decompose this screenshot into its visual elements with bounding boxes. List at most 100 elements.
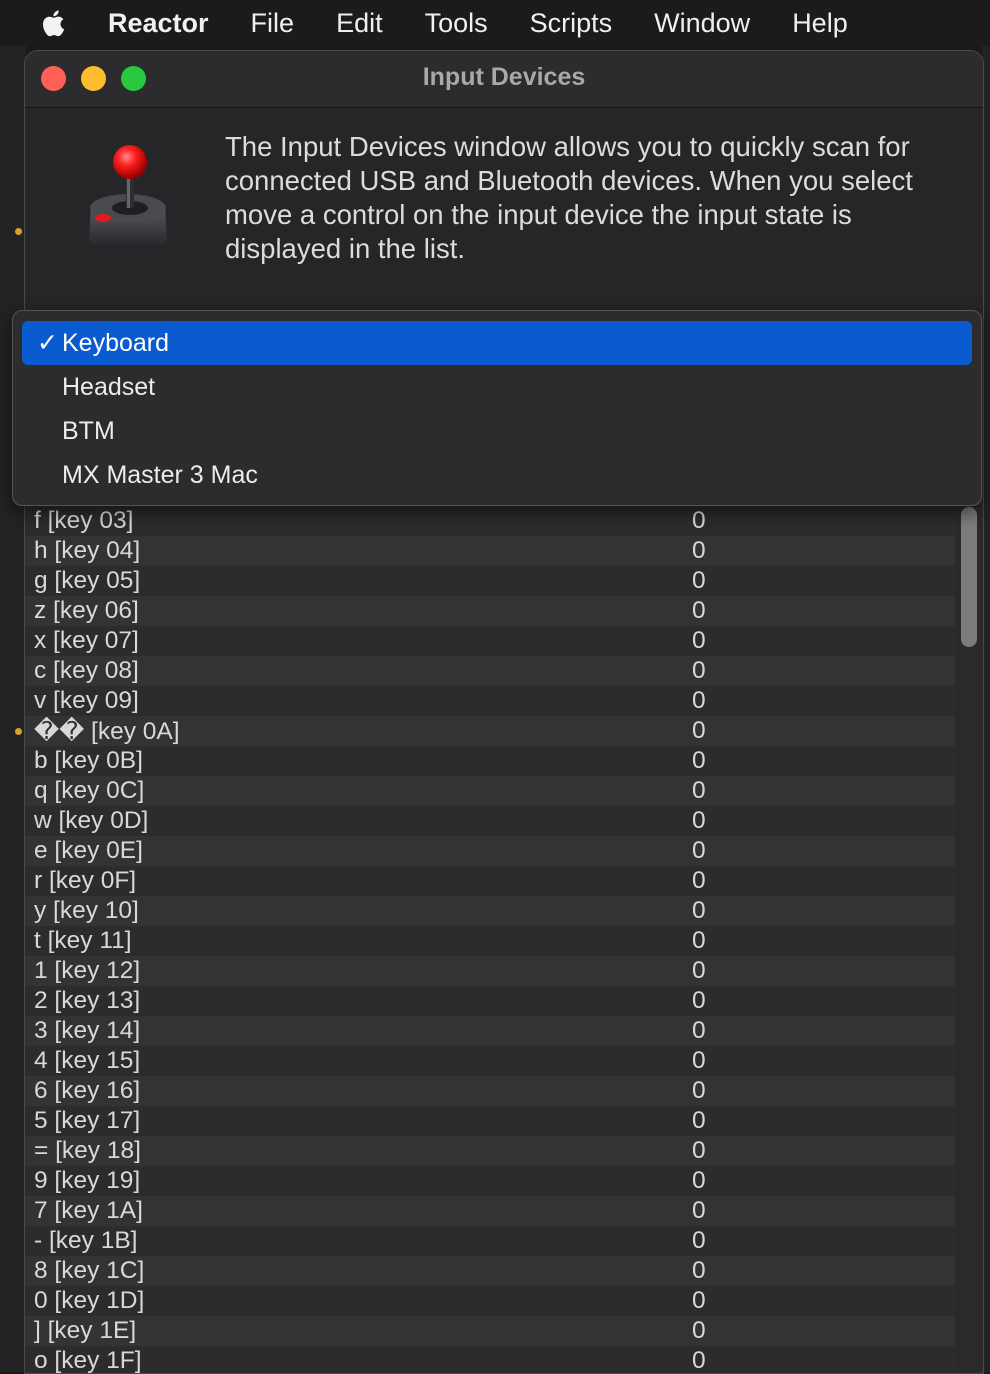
device-select-menu[interactable]: ✓ Keyboard Headset BTM MX Master 3 Mac — [12, 310, 982, 506]
input-value: 0 — [692, 627, 706, 654]
input-name: y [key 10] — [34, 897, 139, 924]
menu-scripts[interactable]: Scripts — [530, 8, 613, 39]
table-row[interactable]: f [key 03] 0 — [25, 506, 955, 536]
input-value: 0 — [692, 897, 706, 924]
input-name: v [key 09] — [34, 687, 139, 714]
input-value: 0 — [692, 1227, 706, 1254]
input-name: f [key 03] — [34, 507, 134, 534]
table-row[interactable]: b [key 0B] 0 — [25, 746, 955, 776]
input-value: 0 — [692, 1107, 706, 1134]
input-value: 0 — [692, 567, 706, 594]
input-name: 6 [key 16] — [34, 1077, 141, 1104]
device-option-mx-master-3-mac[interactable]: MX Master 3 Mac — [22, 453, 972, 497]
input-state-list[interactable]: f [key 03] 0 h [key 04] 0 g [key 05] 0 z [key … — [25, 506, 955, 1374]
table-row[interactable]: h [key 04] 0 — [25, 536, 955, 566]
input-value: 0 — [692, 1137, 706, 1164]
input-name: 0 [key 1D] — [34, 1287, 145, 1314]
status-dot — [15, 228, 22, 235]
input-value: 0 — [692, 537, 706, 564]
input-value: 0 — [692, 507, 706, 534]
table-row[interactable]: z [key 06] 0 — [25, 596, 955, 626]
table-row[interactable]: x [key 07] 0 — [25, 626, 955, 656]
apple-logo-icon[interactable] — [40, 6, 68, 40]
table-row[interactable]: �� [key 0A] 0 — [25, 716, 955, 746]
table-row[interactable]: t [key 11] 0 — [25, 926, 955, 956]
input-value: 0 — [692, 927, 706, 954]
input-name: g [key 05] — [34, 567, 141, 594]
menu-tools[interactable]: Tools — [425, 8, 488, 39]
input-name: 4 [key 15] — [34, 1047, 141, 1074]
input-value: 0 — [692, 1197, 706, 1224]
input-name: �� [key 0A] — [34, 718, 180, 745]
table-row[interactable]: 3 [key 14] 0 — [25, 1016, 955, 1046]
table-row[interactable]: 1 [key 12] 0 — [25, 956, 955, 986]
device-option-keyboard[interactable]: ✓ Keyboard — [22, 321, 972, 365]
input-name: r [key 0F] — [34, 867, 137, 894]
input-value: 0 — [692, 657, 706, 684]
input-name: 8 [key 1C] — [34, 1257, 145, 1284]
menu-window[interactable]: Window — [654, 8, 750, 39]
input-name: 1 [key 12] — [34, 957, 141, 984]
input-name: = [key 18] — [34, 1137, 141, 1164]
joystick-icon — [89, 145, 167, 244]
input-name: w [key 0D] — [34, 807, 149, 834]
input-value: 0 — [692, 867, 706, 894]
table-row[interactable]: o [key 1F] 0 — [25, 1346, 955, 1374]
table-row[interactable]: g [key 05] 0 — [25, 566, 955, 596]
table-row[interactable]: 5 [key 17] 0 — [25, 1106, 955, 1136]
table-row[interactable]: e [key 0E] 0 — [25, 836, 955, 866]
table-row[interactable]: w [key 0D] 0 — [25, 806, 955, 836]
input-name: b [key 0B] — [34, 747, 143, 774]
device-option-label: MX Master 3 Mac — [62, 460, 258, 489]
device-option-label: BTM — [62, 416, 115, 445]
menu-help[interactable]: Help — [792, 8, 848, 39]
input-value: 0 — [692, 1347, 706, 1374]
table-row[interactable]: 0 [key 1D] 0 — [25, 1286, 955, 1316]
device-option-headset[interactable]: Headset — [22, 365, 972, 409]
status-dot — [15, 728, 22, 735]
input-value: 0 — [692, 957, 706, 984]
input-name: o [key 1F] — [34, 1347, 142, 1374]
checkmark-icon: ✓ — [37, 329, 58, 357]
menu-app-name[interactable]: Reactor — [108, 8, 209, 39]
input-value: 0 — [692, 687, 706, 714]
table-row[interactable]: q [key 0C] 0 — [25, 776, 955, 806]
input-name: 9 [key 19] — [34, 1167, 141, 1194]
table-row[interactable]: - [key 1B] 0 — [25, 1226, 955, 1256]
input-name: t [key 11] — [34, 927, 132, 954]
table-row[interactable]: 6 [key 16] 0 — [25, 1076, 955, 1106]
table-row[interactable]: c [key 08] 0 — [25, 656, 955, 686]
title-bar[interactable]: Input Devices — [25, 51, 983, 108]
table-row[interactable]: 7 [key 1A] 0 — [25, 1196, 955, 1226]
input-name: h [key 04] — [34, 537, 141, 564]
input-value: 0 — [692, 1317, 706, 1344]
input-value: 0 — [692, 777, 706, 804]
input-value: 0 — [692, 1257, 706, 1284]
input-name: 5 [key 17] — [34, 1107, 141, 1134]
input-name: c [key 08] — [34, 657, 139, 684]
input-value: 0 — [692, 1287, 706, 1314]
device-option-btm[interactable]: BTM — [22, 409, 972, 453]
input-name: z [key 06] — [34, 597, 139, 624]
table-row[interactable]: ] [key 1E] 0 — [25, 1316, 955, 1346]
table-row[interactable]: r [key 0F] 0 — [25, 866, 955, 896]
input-value: 0 — [692, 717, 706, 744]
table-row[interactable]: 4 [key 15] 0 — [25, 1046, 955, 1076]
input-value: 0 — [692, 837, 706, 864]
table-row[interactable]: v [key 09] 0 — [25, 686, 955, 716]
input-name: 2 [key 13] — [34, 987, 141, 1014]
scrollbar-thumb[interactable] — [961, 507, 977, 647]
table-row[interactable]: 9 [key 19] 0 — [25, 1166, 955, 1196]
input-name: x [key 07] — [34, 627, 139, 654]
table-row[interactable]: 2 [key 13] 0 — [25, 986, 955, 1016]
info-panel: The Input Devices window allows you to q… — [25, 108, 983, 313]
input-value: 0 — [692, 1167, 706, 1194]
table-row[interactable]: 8 [key 1C] 0 — [25, 1256, 955, 1286]
window-title: Input Devices — [422, 63, 586, 91]
menu-file[interactable]: File — [251, 8, 295, 39]
table-row[interactable]: y [key 10] 0 — [25, 896, 955, 926]
input-value: 0 — [692, 747, 706, 774]
table-row[interactable]: = [key 18] 0 — [25, 1136, 955, 1166]
device-option-label: Keyboard — [62, 328, 170, 357]
menu-edit[interactable]: Edit — [336, 8, 383, 39]
